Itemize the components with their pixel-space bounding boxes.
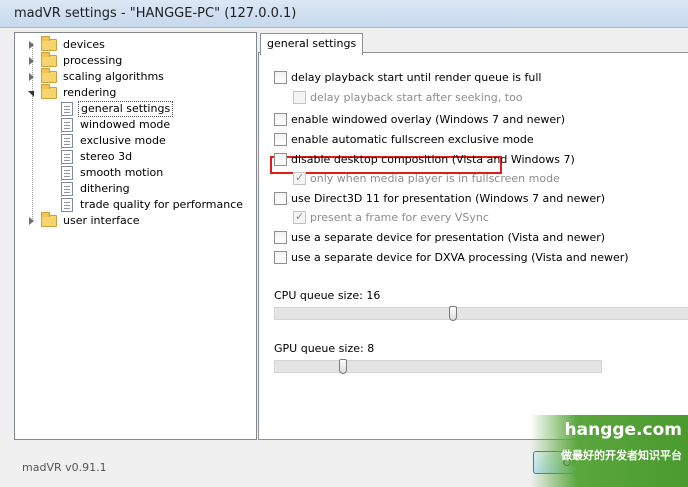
page-icon [61, 166, 73, 180]
option-disable-desktop-composition[interactable]: disable desktop composition (Vista and W… [274, 151, 575, 167]
option-delay-after-seeking[interactable]: delay playback start after seeking, too [293, 89, 523, 105]
page-icon [61, 102, 73, 116]
option-label: use a separate device for presentation (… [291, 230, 606, 244]
tree-item-label: trade quality for performance [80, 198, 244, 211]
checkbox[interactable] [293, 171, 306, 185]
checkbox[interactable] [293, 90, 306, 104]
window-title: madVR settings - "HANGGE-PC" (127.0.0.1) [14, 6, 297, 21]
watermark-text: hangge.com [564, 420, 682, 440]
option-direct3d-11[interactable]: use Direct3D 11 for presentation (Window… [274, 190, 605, 206]
checkbox[interactable] [293, 210, 306, 224]
checkbox[interactable] [274, 132, 287, 146]
page-icon [61, 198, 73, 212]
gpu-queue-slider[interactable] [274, 359, 602, 374]
settings-panel: delay playback start until render queue … [258, 52, 688, 440]
option-label: delay playback start after seeking, too [310, 90, 523, 104]
option-separate-device-dxva[interactable]: use a separate device for DXVA processin… [274, 249, 629, 265]
tree-item-label: stereo 3d [80, 150, 133, 163]
option-label: disable desktop composition (Vista and W… [291, 152, 575, 166]
tree-item-exclusive-mode[interactable]: exclusive mode [61, 133, 168, 149]
tree-item-smooth-motion[interactable]: smooth motion [61, 165, 165, 181]
folder-icon [41, 212, 57, 227]
expand-arrow-icon[interactable] [27, 72, 36, 82]
tree-item-user-interface[interactable]: user interface [27, 212, 142, 229]
expand-arrow-icon[interactable] [27, 40, 36, 50]
option-windowed-overlay[interactable]: enable windowed overlay (Windows 7 and n… [274, 111, 565, 127]
checkbox[interactable] [274, 152, 287, 166]
tree-item-label: windowed mode [80, 118, 171, 131]
gpu-queue-label: GPU queue size: 8 [274, 342, 375, 355]
tree-item-label: scaling algorithms [63, 70, 164, 83]
tab-general-settings[interactable]: general settings [260, 33, 364, 55]
tree-item-label: user interface [63, 214, 140, 227]
watermark-subtext: 做最好的开发者知识平台 [561, 449, 682, 462]
page-icon [61, 182, 73, 196]
checkbox[interactable] [274, 191, 287, 205]
tree-item-label: smooth motion [80, 166, 164, 179]
page-icon [61, 118, 73, 132]
title-bar[interactable]: madVR settings - "HANGGE-PC" (127.0.0.1) [0, 0, 688, 28]
tree-item-label: rendering [63, 86, 117, 99]
expand-arrow-icon[interactable] [27, 216, 36, 226]
tree-item-stereo-3d[interactable]: stereo 3d [61, 149, 134, 165]
tree-item-devices[interactable]: devices [27, 36, 107, 53]
tree-item-label: dithering [80, 182, 130, 195]
version-label: madVR v0.91.1 [22, 461, 107, 474]
tree-item-trade-quality[interactable]: trade quality for performance [61, 197, 245, 213]
checkbox[interactable] [274, 250, 287, 264]
option-delay-playback[interactable]: delay playback start until render queue … [274, 69, 541, 85]
option-label: use a separate device for DXVA processin… [291, 250, 629, 264]
folder-icon [41, 52, 57, 67]
option-label: only when media player is in fullscreen … [310, 171, 560, 185]
page-icon [61, 134, 73, 148]
watermark: hangge.com 做最好的开发者知识平台 [530, 415, 688, 487]
option-label: use Direct3D 11 for presentation (Window… [291, 191, 605, 205]
folder-icon [41, 84, 57, 99]
checkbox[interactable] [274, 230, 287, 244]
folder-icon [41, 36, 57, 51]
tree-item-processing[interactable]: processing [27, 52, 124, 69]
expand-arrow-icon[interactable] [27, 56, 36, 66]
option-label: enable windowed overlay (Windows 7 and n… [291, 112, 565, 126]
gpu-queue-slider-thumb[interactable] [339, 359, 347, 374]
tree-item-label: general settings [78, 101, 174, 117]
checkbox[interactable] [274, 112, 287, 126]
checkbox[interactable] [274, 70, 287, 84]
tree-item-label: devices [63, 38, 105, 51]
cpu-queue-slider[interactable] [274, 306, 688, 321]
tree-item-dithering[interactable]: dithering [61, 181, 132, 197]
tree-item-scaling-algorithms[interactable]: scaling algorithms [27, 68, 166, 85]
tab-strip: general settings [258, 32, 688, 55]
tree-item-rendering[interactable]: rendering [27, 84, 118, 101]
folder-icon [41, 68, 57, 83]
option-label: enable automatic fullscreen exclusive mo… [291, 132, 534, 146]
tree-item-label: processing [63, 54, 123, 67]
page-icon [61, 150, 73, 164]
option-only-fullscreen[interactable]: only when media player is in fullscreen … [293, 170, 560, 186]
option-auto-fullscreen-exclusive[interactable]: enable automatic fullscreen exclusive mo… [274, 131, 534, 147]
tree-item-label: exclusive mode [80, 134, 166, 147]
tree-item-general-settings[interactable]: general settings [61, 101, 174, 117]
cpu-queue-label: CPU queue size: 16 [274, 289, 381, 302]
option-separate-device-presentation[interactable]: use a separate device for presentation (… [274, 229, 605, 245]
collapse-arrow-icon[interactable] [27, 89, 36, 98]
option-frame-every-vsync[interactable]: present a frame for every VSync [293, 209, 489, 225]
option-label: delay playback start until render queue … [291, 70, 542, 84]
cpu-queue-slider-thumb[interactable] [449, 306, 457, 321]
settings-tree[interactable]: devices processing scaling algorithms re… [14, 32, 257, 440]
tree-item-windowed-mode[interactable]: windowed mode [61, 117, 172, 133]
option-label: present a frame for every VSync [310, 210, 489, 224]
